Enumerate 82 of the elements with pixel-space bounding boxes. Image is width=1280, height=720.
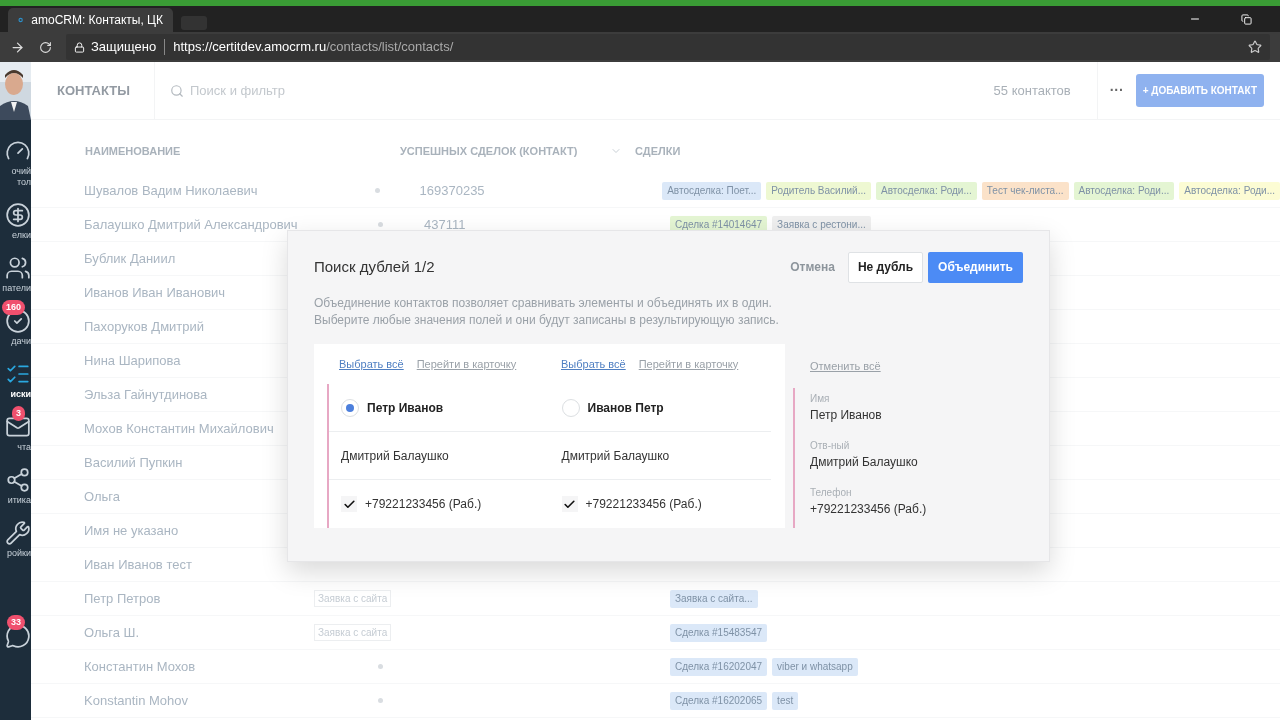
checkbox[interactable] bbox=[341, 496, 357, 512]
forward-icon[interactable] bbox=[10, 39, 25, 55]
open-card-link[interactable]: Перейти в карточку bbox=[638, 355, 739, 373]
browser-tab[interactable]: amoCRM: Контакты, ЦК bbox=[8, 8, 173, 32]
dialog-description: Выберите любые значения полей и они будут записаны в результирующую запись. bbox=[314, 312, 780, 329]
nodes-icon[interactable] bbox=[5, 467, 31, 493]
restore-icon[interactable] bbox=[1241, 13, 1252, 25]
count-badge: 33 bbox=[7, 615, 25, 630]
open-card-link[interactable]: Перейти в карточку bbox=[416, 355, 517, 373]
sidebar-item[interactable]: итика bbox=[0, 495, 31, 506]
field-value: Дмитрий Балаушко bbox=[561, 447, 670, 465]
reload-icon[interactable] bbox=[39, 40, 52, 54]
contact-name[interactable]: Шувалов Вадим Николаевич bbox=[84, 180, 307, 201]
deal-tag[interactable]: Родитель Василий... bbox=[766, 181, 872, 200]
contact-name[interactable]: Konstantin Mohov bbox=[84, 690, 310, 711]
deal-tag[interactable]: test bbox=[772, 691, 799, 710]
table-cell-text: 437111 bbox=[424, 215, 467, 234]
radio-button[interactable] bbox=[341, 398, 359, 417]
field-value: Петр Иванов bbox=[810, 407, 883, 424]
contact-name[interactable]: Ольга Ш. bbox=[84, 622, 310, 643]
add-contact-button[interactable]: + ДОБАВИТЬ КОНТАКТ bbox=[1135, 74, 1264, 107]
lock-icon bbox=[74, 41, 85, 53]
wrench-icon[interactable] bbox=[5, 520, 31, 546]
deal-tag[interactable]: Сделка #16202065 bbox=[670, 691, 768, 710]
radio-button[interactable] bbox=[561, 398, 580, 417]
field-value: Иванов Петр bbox=[587, 399, 664, 417]
bookmark-star-icon[interactable] bbox=[1248, 40, 1262, 54]
deal-tag[interactable]: Автосделка: Роди... bbox=[1073, 181, 1175, 200]
sidebar-item[interactable]: чта bbox=[0, 442, 31, 453]
deal-tag[interactable]: Сделка #16202047 bbox=[670, 657, 768, 676]
people-icon[interactable] bbox=[5, 255, 31, 281]
merge-button[interactable]: Объединить bbox=[928, 251, 1023, 283]
sidebar-item[interactable]: очий тол bbox=[0, 166, 31, 188]
select-all-link[interactable]: Выбрать всё bbox=[561, 355, 626, 373]
deal-tag[interactable]: Тест чек-листа... bbox=[981, 181, 1069, 200]
sidebar-item[interactable]: иски bbox=[0, 389, 31, 400]
mail-icon[interactable] bbox=[5, 414, 31, 440]
check-circle-icon[interactable] bbox=[5, 308, 31, 334]
sidebar-item[interactable]: патели bbox=[0, 283, 31, 294]
count-badge: 3 bbox=[12, 406, 25, 421]
sidebar-item[interactable]: дачи bbox=[0, 336, 31, 347]
count-badge: 160 bbox=[1, 300, 25, 315]
search-field[interactable]: Поиск и фильтр bbox=[170, 80, 570, 101]
select-all-link[interactable]: Выбрать всё bbox=[339, 355, 404, 373]
contact-name[interactable]: Иван Иванов тест bbox=[84, 554, 310, 575]
deal-tag[interactable]: Автосделка: Поет... bbox=[662, 181, 762, 200]
coin-icon[interactable] bbox=[5, 202, 31, 228]
cancel-button[interactable]: Отмена bbox=[782, 258, 843, 276]
contact-name[interactable]: Константин Мохов bbox=[84, 656, 310, 677]
search-icon bbox=[170, 83, 184, 98]
chat-icon[interactable] bbox=[5, 623, 31, 649]
checkbox[interactable] bbox=[561, 496, 578, 512]
dialog-description: Объединение контактов позволяет сравнивать элементы и объединять их в один. bbox=[314, 295, 773, 312]
field-value: +79221233456 (Раб.) bbox=[585, 496, 702, 513]
deal-tag[interactable]: Заявка с сайта... bbox=[670, 589, 758, 608]
field-value: Дмитрий Балаушко bbox=[341, 447, 449, 465]
address-bar[interactable]: Защищено https://certitdev.amocrm.ru/contacts/list/contacts/ bbox=[66, 34, 1270, 60]
deal-tag[interactable]: viber и whatsapp bbox=[772, 657, 858, 676]
table-cell-text: 169370235 bbox=[419, 181, 486, 200]
contact-name[interactable]: Петр Петров bbox=[84, 588, 310, 609]
not-duplicate-button[interactable]: Не дубль bbox=[847, 251, 924, 283]
column-header[interactable]: НАИМЕНОВАНИЕ bbox=[85, 142, 400, 160]
deal-tag[interactable]: Сделка #15483547 bbox=[670, 623, 768, 642]
dialog-title: Поиск дублей 1/2 bbox=[314, 256, 435, 277]
cancel-all-link[interactable]: Отменить всё bbox=[810, 357, 881, 375]
page-title: КОНТАКТЫ bbox=[57, 81, 131, 100]
field-value: Дмитрий Балаушко bbox=[810, 454, 919, 471]
more-button[interactable]: ··· bbox=[1109, 80, 1124, 101]
contact-count: 55 контактов bbox=[993, 81, 1071, 100]
field-label: Телефон bbox=[810, 486, 853, 500]
field-value: Петр Иванов bbox=[367, 399, 444, 417]
deal-tag[interactable]: Автосделка: Роди... bbox=[1179, 181, 1280, 200]
field-value: +79221233456 (Раб.) bbox=[810, 501, 927, 518]
column-header[interactable]: УСПЕШНЫХ СДЕЛОК (КОНТАКТ) bbox=[400, 142, 610, 160]
deal-tag[interactable]: Автосделка: Роди... bbox=[876, 181, 977, 200]
field-value: +79221233456 (Раб.) bbox=[365, 496, 482, 513]
field-label: Отв-ный bbox=[810, 439, 851, 453]
contact-name[interactable]: Балаушко Дмитрий Александрович bbox=[84, 214, 310, 235]
sidebar-item[interactable]: ройки bbox=[0, 548, 31, 559]
field-label: Имя bbox=[810, 392, 831, 406]
column-header[interactable]: СДЕЛКИ bbox=[635, 142, 681, 160]
sidebar-item[interactable]: елки bbox=[0, 230, 31, 241]
